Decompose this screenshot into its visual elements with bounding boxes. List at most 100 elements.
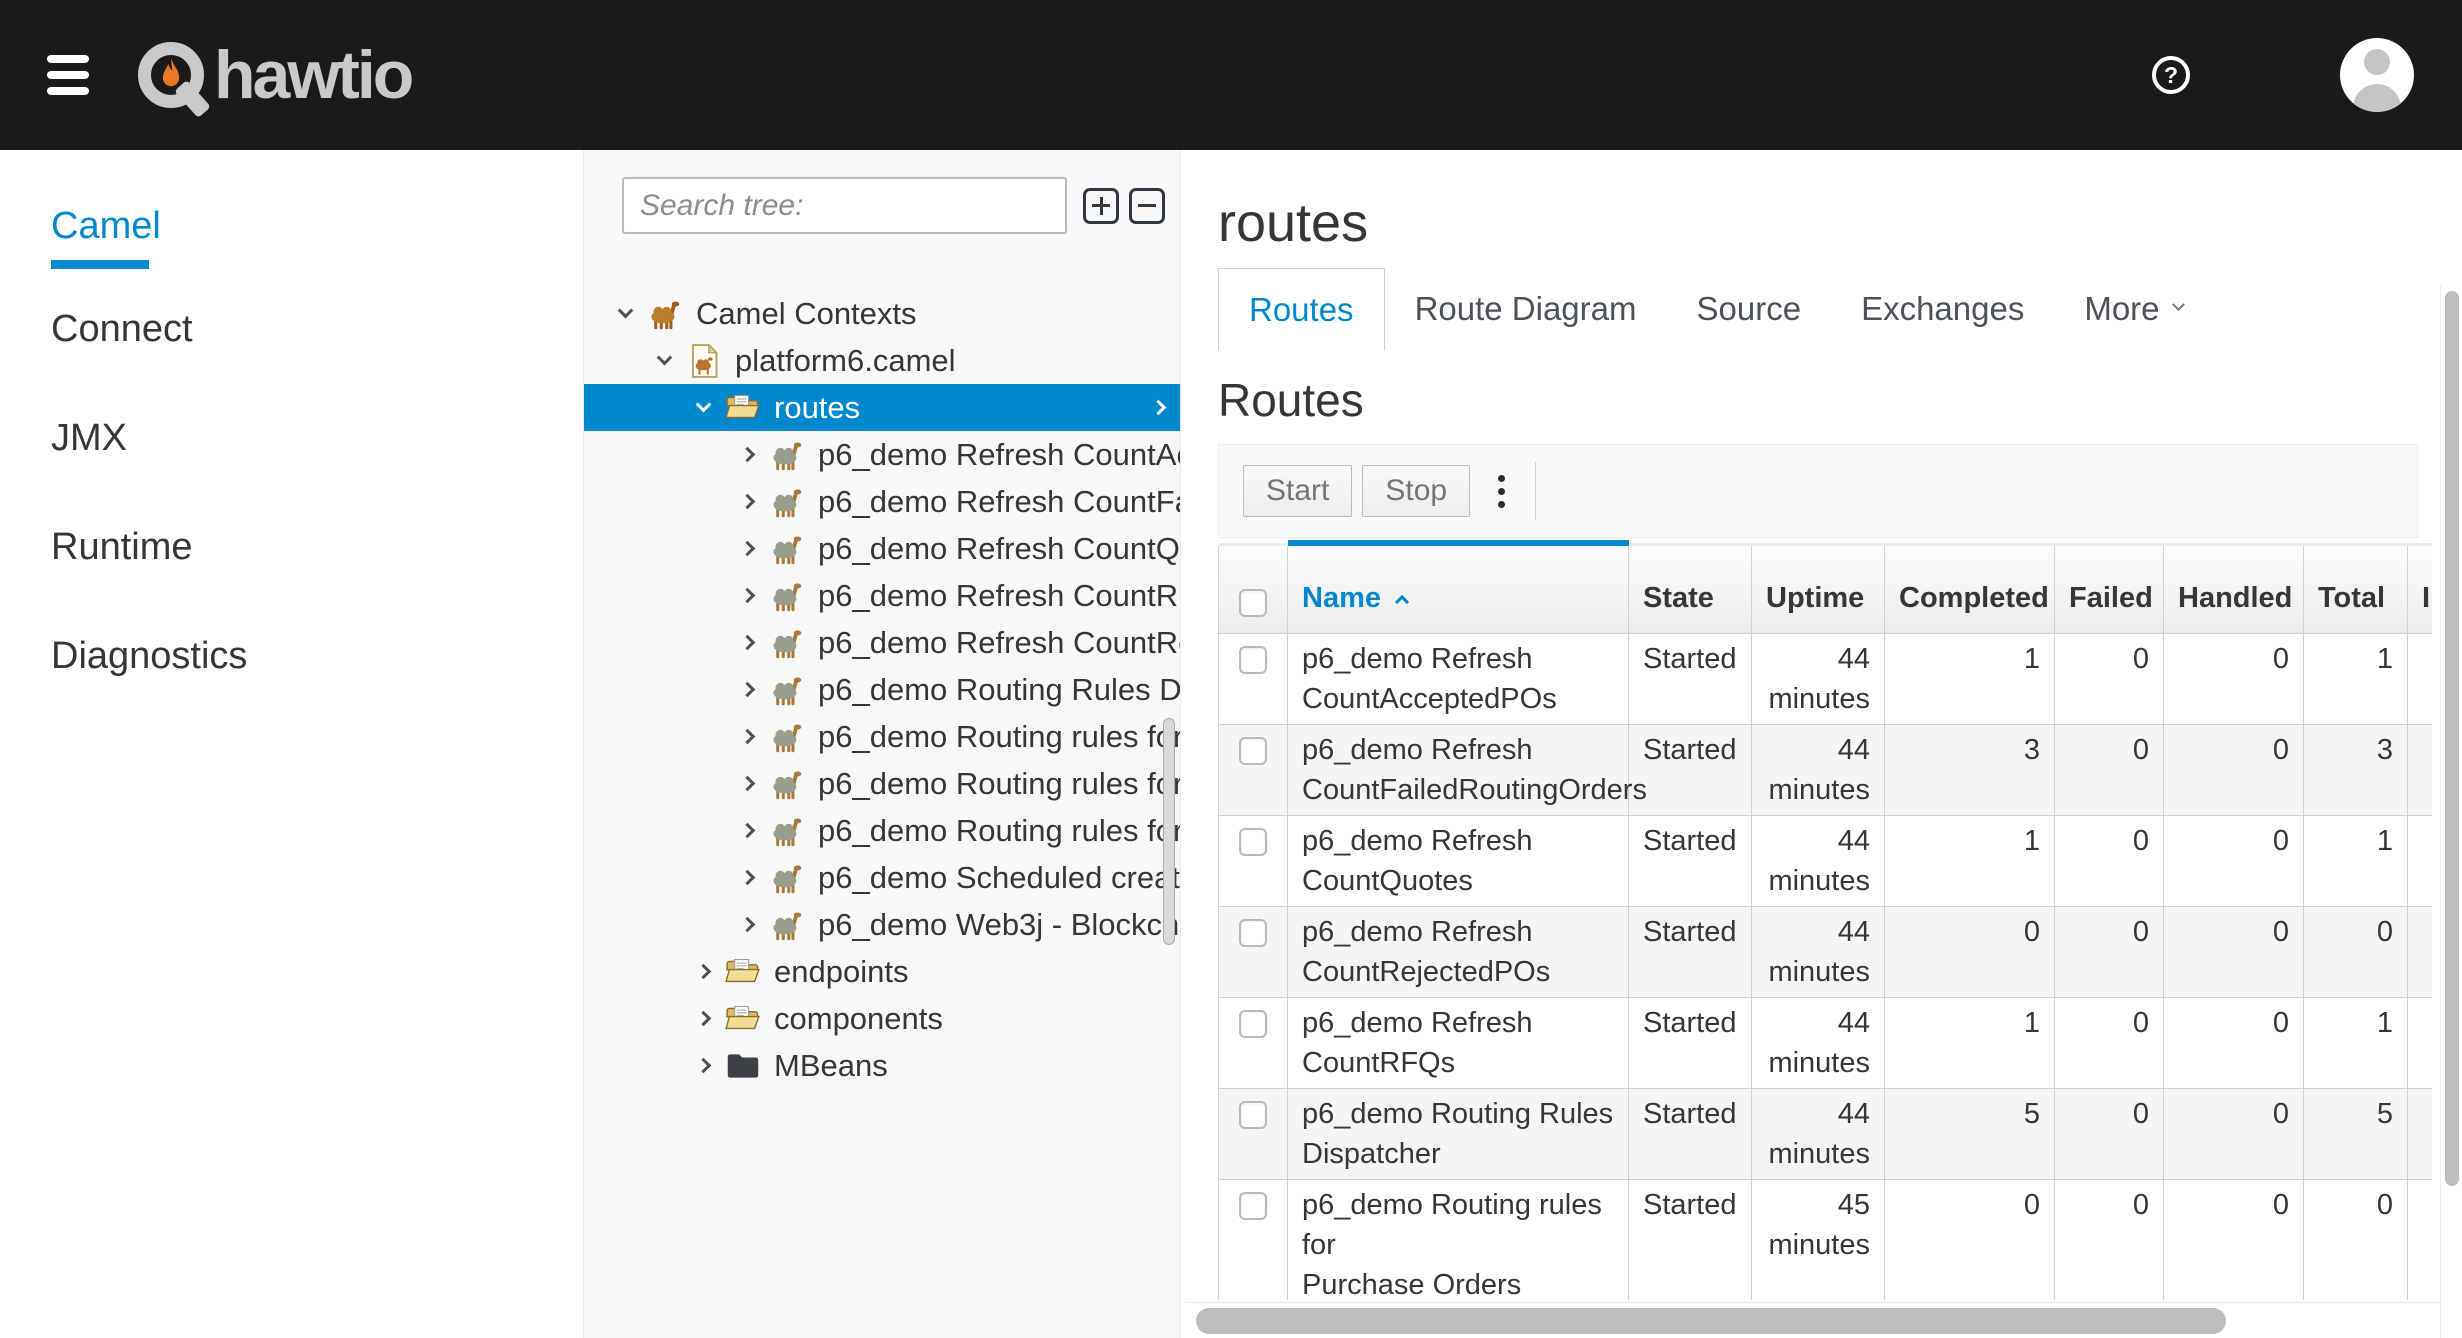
- column-header-label: Completed: [1899, 582, 2049, 614]
- tree-node-label: p6_demo Refresh CountRF...: [818, 578, 1180, 614]
- chevron-right-icon[interactable]: [740, 823, 756, 839]
- row-checkbox[interactable]: [1239, 828, 1267, 856]
- start-button[interactable]: Start: [1243, 465, 1352, 517]
- cell-handled: 0: [2164, 633, 2304, 724]
- cell-inflight: [2408, 724, 2433, 815]
- column-header-inflight[interactable]: Inflight: [2408, 543, 2433, 633]
- tree-node-p6-demo-refresh-countac[interactable]: p6_demo Refresh CountAc...: [584, 431, 1180, 478]
- chevron-right-icon[interactable]: [740, 541, 756, 557]
- tree-node-p6-demo-routing-rules-for[interactable]: p6_demo Routing rules for ...: [584, 713, 1180, 760]
- chevron-right-icon[interactable]: [740, 682, 756, 698]
- chevron-right-icon[interactable]: [696, 1058, 712, 1074]
- tree-node-components[interactable]: components: [584, 995, 1180, 1042]
- tab-route-diagram[interactable]: Route Diagram: [1385, 268, 1667, 350]
- column-header-uptime[interactable]: Uptime: [1752, 543, 1885, 633]
- tree-node-label: p6_demo Web3j - Blockchai...: [818, 907, 1180, 943]
- camel-icon: [647, 296, 683, 332]
- select-all-checkbox[interactable]: [1239, 589, 1267, 617]
- tree-node-p6-demo-routing-rules-for[interactable]: p6_demo Routing rules for ...: [584, 760, 1180, 807]
- cell-handled: 0: [2164, 1179, 2304, 1300]
- tree-node-p6-demo-refresh-countfai[interactable]: p6_demo Refresh CountFai...: [584, 478, 1180, 525]
- table-row-p6-demo-routing-rules-dispatcher[interactable]: p6_demo Routing RulesDispatcherStarted44…: [1219, 1088, 2433, 1179]
- row-checkbox[interactable]: [1239, 919, 1267, 947]
- tree-node-label: Camel Contexts: [696, 296, 917, 332]
- tab-more[interactable]: More: [2054, 268, 2212, 350]
- tree-node-mbeans[interactable]: MBeans: [584, 1042, 1180, 1089]
- chevron-right-icon[interactable]: [740, 588, 756, 604]
- kebab-menu-icon[interactable]: [1498, 475, 1505, 508]
- nav-item-jmx[interactable]: JMX: [51, 418, 583, 458]
- table-row-p6-demo-routing-rules-for-purchase-orders[interactable]: p6_demo Routing rules forPurchase Orders…: [1219, 1179, 2433, 1300]
- column-header-state[interactable]: State: [1629, 543, 1752, 633]
- stop-button[interactable]: Stop: [1362, 465, 1470, 517]
- main-vertical-scrollbar[interactable]: [2440, 285, 2462, 1338]
- folder-open-icon: [725, 390, 761, 426]
- row-checkbox-cell: [1219, 906, 1288, 997]
- nav-item-connect[interactable]: Connect: [51, 309, 583, 349]
- table-row-p6-demo-refresh-countacceptedpos[interactable]: p6_demo RefreshCountAcceptedPOsStarted44…: [1219, 633, 2433, 724]
- tree-node-camel-contexts[interactable]: Camel Contexts: [584, 290, 1180, 337]
- tree-node-p6-demo-scheduled-creati[interactable]: p6_demo Scheduled creati...: [584, 854, 1180, 901]
- vertical-scrollbar-thumb[interactable]: [2445, 291, 2459, 1186]
- menu-toggle-icon[interactable]: [47, 55, 89, 95]
- tree-node-routes[interactable]: routes: [584, 384, 1180, 431]
- tree-node-p6-demo-refresh-countrf[interactable]: p6_demo Refresh CountRF...: [584, 572, 1180, 619]
- nav-item-diagnostics[interactable]: Diagnostics: [51, 636, 583, 676]
- camel-route-icon: [769, 531, 805, 567]
- tree-node-p6-demo-refresh-countrej[interactable]: p6_demo Refresh CountRej...: [584, 619, 1180, 666]
- nav-item-camel[interactable]: Camel: [51, 206, 583, 269]
- tree-node-platform6-camel[interactable]: platform6.camel: [584, 337, 1180, 384]
- chevron-right-icon[interactable]: [740, 635, 756, 651]
- column-header-handled[interactable]: Handled: [2164, 543, 2304, 633]
- tab-routes[interactable]: Routes: [1218, 268, 1385, 350]
- tab-exchanges[interactable]: Exchanges: [1831, 268, 2054, 350]
- tree-node-p6-demo-routing-rules-for[interactable]: p6_demo Routing rules for ...: [584, 807, 1180, 854]
- tab-source[interactable]: Source: [1667, 268, 1832, 350]
- chevron-right-icon[interactable]: [740, 776, 756, 792]
- cell-uptime: 44minutes: [1752, 815, 1885, 906]
- table-row-p6-demo-refresh-countfailedroutingorders[interactable]: p6_demo RefreshCountFailedRoutingOrdersS…: [1219, 724, 2433, 815]
- chevron-right-icon[interactable]: [740, 870, 756, 886]
- collapse-all-button[interactable]: [1129, 188, 1165, 224]
- cell-handled: 0: [2164, 815, 2304, 906]
- tree-node-p6-demo-routing-rules-dis[interactable]: p6_demo Routing Rules Dis...: [584, 666, 1180, 713]
- chevron-down-icon[interactable]: [618, 303, 634, 319]
- table-row-p6-demo-refresh-countrfqs[interactable]: p6_demo RefreshCountRFQsStarted44minutes…: [1219, 997, 2433, 1088]
- column-header-total[interactable]: Total: [2304, 543, 2408, 633]
- tree-node-p6-demo-refresh-countqu[interactable]: p6_demo Refresh CountQu...: [584, 525, 1180, 572]
- tree-node-label: platform6.camel: [735, 343, 956, 379]
- drill-in-chevron-icon[interactable]: [1151, 400, 1167, 416]
- row-checkbox[interactable]: [1239, 646, 1267, 674]
- chevron-down-icon[interactable]: [696, 397, 712, 413]
- column-header-failed[interactable]: Failed: [2055, 543, 2164, 633]
- horizontal-scrollbar-thumb[interactable]: [1196, 1308, 2226, 1334]
- row-checkbox[interactable]: [1239, 737, 1267, 765]
- tree-node-label: p6_demo Routing rules for ...: [818, 813, 1180, 849]
- tree-scrollbar-thumb[interactable]: [1163, 718, 1175, 945]
- row-checkbox[interactable]: [1239, 1192, 1267, 1220]
- chevron-right-icon[interactable]: [696, 964, 712, 980]
- chevron-right-icon[interactable]: [740, 494, 756, 510]
- tree-node-endpoints[interactable]: endpoints: [584, 948, 1180, 995]
- chevron-right-icon[interactable]: [740, 917, 756, 933]
- main-horizontal-scrollbar[interactable]: [1186, 1302, 2440, 1338]
- row-checkbox[interactable]: [1239, 1101, 1267, 1129]
- primary-nav: Camel Connect JMX Runtime Diagnostics: [0, 150, 583, 1338]
- chevron-right-icon[interactable]: [696, 1011, 712, 1027]
- row-checkbox[interactable]: [1239, 1010, 1267, 1038]
- expand-all-button[interactable]: [1083, 188, 1119, 224]
- tree-search-input[interactable]: [622, 177, 1067, 234]
- table-row-p6-demo-refresh-countrejectedpos[interactable]: p6_demo RefreshCountRejectedPOsStarted44…: [1219, 906, 2433, 997]
- tree-node-p6-demo-web3j-blockchai[interactable]: p6_demo Web3j - Blockchai...: [584, 901, 1180, 948]
- user-avatar[interactable]: [2340, 38, 2414, 112]
- nav-item-runtime[interactable]: Runtime: [51, 527, 583, 567]
- tree-node-label: p6_demo Refresh CountRej...: [818, 625, 1180, 661]
- chevron-right-icon[interactable]: [740, 729, 756, 745]
- column-header-completed[interactable]: Completed: [1885, 543, 2055, 633]
- chevron-down-icon[interactable]: [657, 350, 673, 366]
- column-header-name[interactable]: Name: [1288, 543, 1629, 633]
- tab-label: Route Diagram: [1415, 290, 1637, 328]
- chevron-right-icon[interactable]: [740, 447, 756, 463]
- table-row-p6-demo-refresh-countquotes[interactable]: p6_demo RefreshCountQuotesStarted44minut…: [1219, 815, 2433, 906]
- help-icon[interactable]: ?: [2152, 56, 2190, 94]
